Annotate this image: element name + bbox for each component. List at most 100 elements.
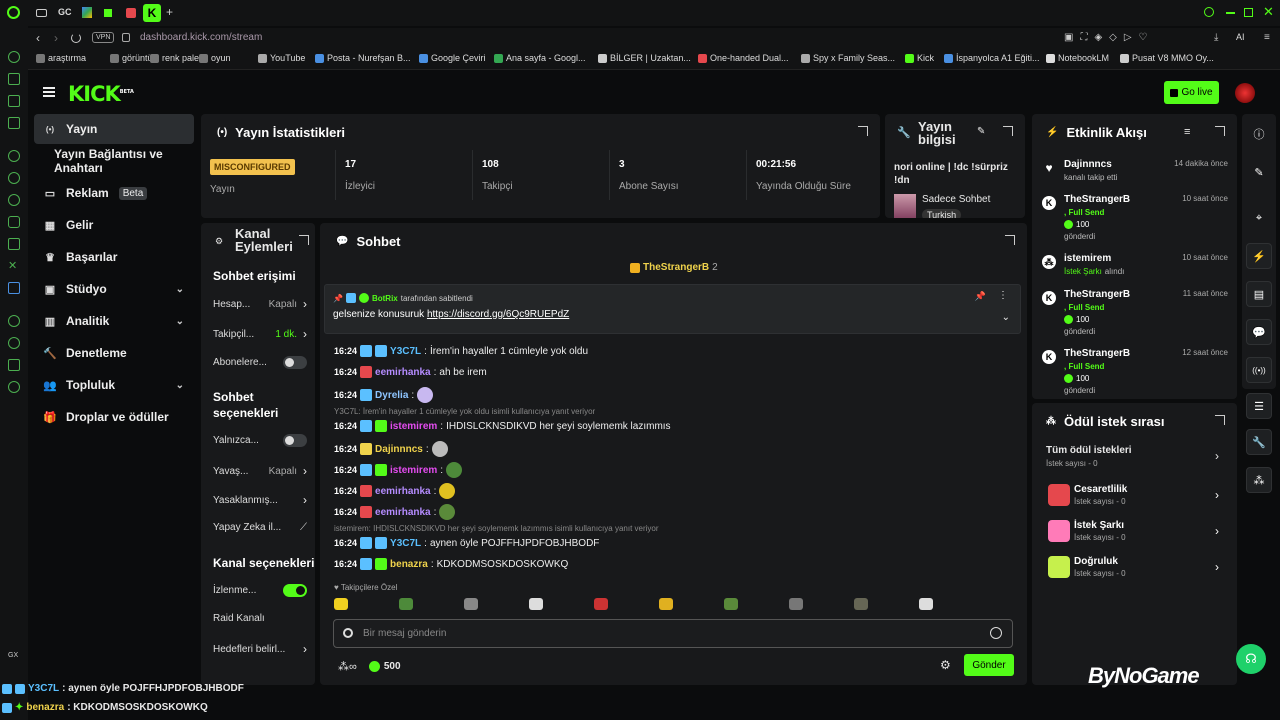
tab-red-icon[interactable] (126, 8, 136, 18)
reload-icon[interactable] (71, 33, 81, 43)
support-button[interactable]: ☊ (1236, 644, 1266, 674)
list-icon[interactable]: ☰ (1246, 393, 1272, 419)
extension-icons[interactable]: ▣⛶◈◇▷♡ (1064, 32, 1154, 43)
emote-picker-item[interactable] (919, 598, 933, 610)
all-rewards-row[interactable]: Tüm ödül istekleri İstek sayısı - 0 › (1046, 445, 1221, 473)
nav-item-2[interactable]: Yayın Bağlantısı ve Anahtarı (34, 146, 200, 176)
chat-message[interactable]: 16:24 Dyrelia: (334, 387, 434, 403)
popout-icon[interactable] (858, 126, 868, 136)
chat-message[interactable]: 16:24 Y3C7L: aynen öyle POJFFHJPDFOBJHBODF (334, 537, 599, 549)
pinned-message[interactable]: 📌 BotRix tarafından sabitlendi gelsenize… (324, 284, 1021, 334)
bookmark-item[interactable]: YouTube (258, 53, 305, 63)
chat-message[interactable]: 16:24 eemirhanka: ah be irem (334, 366, 487, 378)
sidebar-speed-dial-icon[interactable] (8, 51, 20, 63)
message-username[interactable]: eemirhanka (375, 507, 431, 518)
chat-settings-icon[interactable]: ⚙ (940, 658, 951, 672)
menu-icon[interactable]: ≡ (1264, 32, 1270, 43)
chat-input[interactable]: Bir mesaj gönderin (333, 619, 1013, 648)
opera-logo-icon[interactable] (7, 6, 20, 19)
nav-item-5[interactable]: ♛ Başarılar (34, 242, 194, 272)
sidebar-cube-icon[interactable] (8, 359, 20, 371)
chat-message[interactable]: 16:24 istemirem: (334, 462, 463, 478)
unpin-icon[interactable]: 📌 (975, 291, 986, 302)
chat-message[interactable]: 16:24 benazra: KDKODMSOSKDOSKOWKQ (334, 558, 568, 570)
pinned-link[interactable]: https://discord.gg/6Qc9RUEPdZ (427, 309, 569, 320)
emote-picker-item[interactable] (854, 598, 868, 610)
sidebar-whatsapp-icon[interactable] (8, 172, 20, 184)
sidebar-player-icon[interactable] (8, 315, 20, 327)
channel-action-row[interactable]: Hesap... Kapalı › (213, 297, 307, 311)
nav-item-7[interactable]: ▥ Analitik ⌄ (34, 306, 194, 336)
nav-item-3[interactable]: ▭ Reklam Beta (34, 178, 194, 208)
channel-action-row[interactable]: Yasaklanmış... › (213, 493, 307, 507)
reward-icon[interactable]: ⁂ (1246, 467, 1272, 493)
vpn-badge[interactable]: VPN (92, 32, 115, 43)
expand-chevron-icon[interactable]: ⌄ (1002, 312, 1010, 323)
sidebar-app-icon[interactable] (8, 282, 20, 294)
bookmark-item[interactable]: görüntü (110, 53, 153, 63)
nav-item-6[interactable]: ▣ Stüdyo ⌄ (34, 274, 194, 304)
activity-event[interactable]: ♥ Dajinnncs 14 dakika önce kanalı takip ett… (1042, 159, 1228, 189)
message-username[interactable]: Y3C7L (390, 538, 421, 549)
document-icon[interactable]: ▤ (1246, 281, 1272, 307)
bookmark-item[interactable]: Kick (905, 53, 934, 63)
bookmark-item[interactable]: NotebookLM (1046, 53, 1109, 63)
sidebar-instagram-icon[interactable] (8, 216, 20, 228)
camera-icon[interactable]: ⌖ (1246, 205, 1272, 231)
ai-label[interactable]: AI (1236, 32, 1245, 42)
popout-icon[interactable] (1003, 126, 1013, 136)
kick-logo[interactable]: KICKBETA (68, 82, 134, 106)
message-username[interactable]: eemirhanka (375, 486, 431, 497)
sidebar-bag-icon[interactable] (8, 73, 20, 85)
sidebar-m-icon[interactable] (8, 117, 20, 129)
info-icon[interactable]: ⓘ (1246, 121, 1272, 147)
tab-gc[interactable]: GC (58, 7, 72, 17)
toggle-switch[interactable] (283, 356, 307, 369)
sidebar-settings-icon[interactable] (8, 381, 20, 393)
sidebar-x-icon[interactable]: ✕ (8, 260, 20, 272)
back-icon[interactable]: ‹ (36, 31, 40, 45)
forward-icon[interactable]: › (54, 31, 58, 45)
bookmark-item[interactable]: Ana sayfa - Googl... (494, 53, 586, 63)
nav-item-10[interactable]: 🎁 Droplar ve ödüller (34, 402, 194, 432)
send-button[interactable]: Gönder (964, 654, 1014, 676)
reward-item[interactable]: Doğruluk İstek sayısı - 0 › (1046, 552, 1221, 582)
bookmark-item[interactable]: Pusat V8 MMO Oy... (1120, 53, 1214, 63)
sidebar-tiktok-icon[interactable] (8, 238, 20, 250)
pencil-icon[interactable]: ✎ (1246, 159, 1272, 185)
more-options-icon[interactable]: ⋮ (998, 290, 1008, 301)
channel-action-row[interactable]: Takipçil... 1 dk. › (213, 327, 307, 341)
activity-event[interactable]: ⁂ istemirem 10 saat önce İstek Şarkı alındı (1042, 253, 1228, 283)
sidebar-history-icon[interactable] (8, 337, 20, 349)
activity-event[interactable]: K TheStrangerB 12 saat önce , Full Send 100 g… (1042, 348, 1228, 399)
emote-picker-item[interactable] (724, 598, 738, 610)
emote-picker-item[interactable] (659, 598, 673, 610)
chat-message[interactable]: 16:24 eemirhanka: (334, 504, 456, 520)
message-username[interactable]: istemirem (390, 421, 437, 432)
nav-item-1[interactable]: (•) Yayın (34, 114, 194, 144)
bookmark-item[interactable]: One-handed Dual... (698, 53, 789, 63)
channel-action-row[interactable]: Yavaş... Kapalı › (213, 464, 307, 478)
bookmark-item[interactable]: araştırma (36, 53, 86, 63)
message-username[interactable]: istemirem (390, 465, 437, 476)
maximize-icon[interactable] (1244, 8, 1253, 17)
nav-item-4[interactable]: ▦ Gelir (34, 210, 194, 240)
chat-message[interactable]: 16:24 eemirhanka: (334, 483, 456, 499)
toggle-switch[interactable] (283, 584, 307, 597)
bookmark-item[interactable]: Posta - Nurefşan B... (315, 53, 411, 63)
emote-picker-item[interactable] (334, 598, 348, 610)
edit-icon[interactable]: ✎ (977, 126, 985, 137)
channel-action-row[interactable]: Raid Kanalı (213, 613, 307, 624)
channel-action-row[interactable]: Yapay Zeka il... ⟋ (213, 522, 307, 533)
bookmark-item[interactable]: Google Çeviri (419, 53, 486, 63)
wrench-icon[interactable]: 🔧 (1246, 429, 1272, 455)
emote-picker-item[interactable] (464, 598, 478, 610)
message-username[interactable]: Dyrelia (375, 390, 408, 401)
new-tab-button[interactable]: + (166, 5, 173, 19)
emoji-icon[interactable] (990, 627, 1002, 639)
url-field[interactable]: dashboard.kick.com/stream (140, 32, 262, 43)
chat-message[interactable]: 16:24 Dajinnncs: (334, 441, 448, 457)
popout-icon[interactable] (299, 235, 309, 245)
message-username[interactable]: eemirhanka (375, 367, 431, 378)
bookmark-item[interactable]: renk paleti (150, 53, 204, 63)
